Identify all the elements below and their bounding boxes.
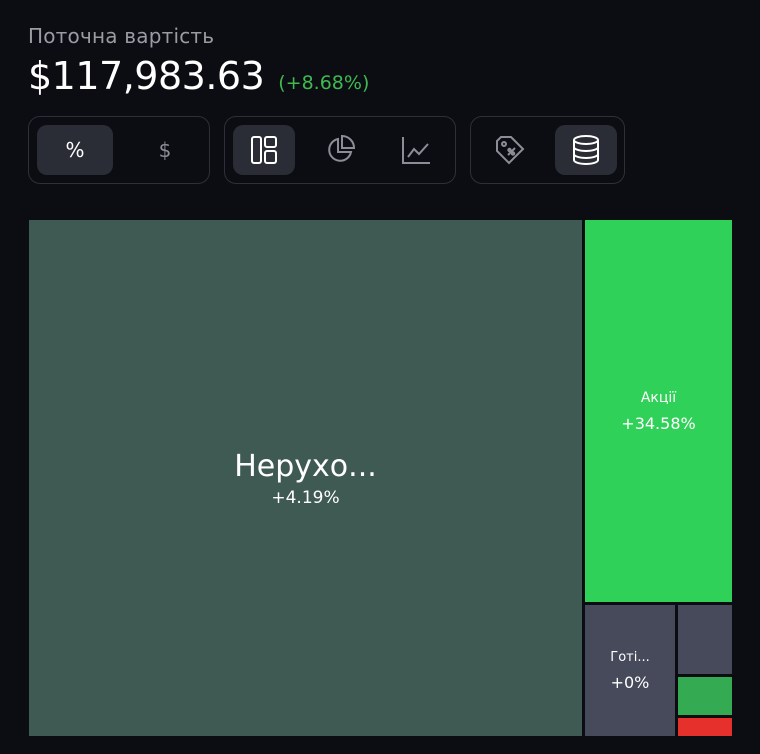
- treemap-view-button[interactable]: [233, 125, 295, 175]
- line-chart-icon: [400, 134, 432, 166]
- tag-icon: [493, 133, 527, 167]
- grouping-toggle-group: [470, 116, 625, 184]
- treemap-tile-small-gray[interactable]: [678, 605, 732, 674]
- treemap-tile-stocks[interactable]: Акції +34.58%: [585, 220, 732, 602]
- tile-change: +34.58%: [621, 413, 696, 433]
- unit-toggle-group: % $: [28, 116, 210, 184]
- treemap-icon: [249, 135, 279, 165]
- treemap-tile-small-green[interactable]: [678, 677, 732, 715]
- treemap-tile-small-red[interactable]: [678, 718, 732, 736]
- tile-change: +0%: [610, 672, 650, 692]
- tile-name: Нерухо...: [234, 448, 377, 484]
- line-view-button[interactable]: [385, 125, 447, 175]
- tile-name: Акції: [640, 389, 677, 406]
- group-by-tag-button[interactable]: [479, 125, 541, 175]
- group-by-asset-class-button[interactable]: [555, 125, 617, 175]
- allocation-treemap: Нерухо... +4.19% Акції +34.58% Готі... +…: [0, 0, 760, 754]
- dollar-toggle-button[interactable]: $: [127, 125, 203, 175]
- percent-toggle-label: %: [65, 138, 85, 162]
- value-change: (+8.68%): [278, 72, 370, 94]
- treemap-tile-real-estate[interactable]: Нерухо... +4.19%: [29, 220, 582, 736]
- value-row: $117,983.63 (+8.68%): [28, 54, 369, 98]
- tile-name: Готі...: [610, 649, 650, 665]
- dollar-toggle-label: $: [158, 138, 172, 162]
- pie-chart-icon: [324, 134, 356, 166]
- tile-change: +4.19%: [271, 487, 340, 508]
- current-value-label: Поточна вартість: [28, 24, 215, 48]
- percent-toggle-button[interactable]: %: [37, 125, 113, 175]
- treemap-tile-cash[interactable]: Готі... +0%: [585, 605, 675, 736]
- database-icon: [571, 134, 601, 166]
- pie-view-button[interactable]: [309, 125, 371, 175]
- view-toggle-group: [224, 116, 456, 184]
- current-value: $117,983.63: [28, 54, 265, 98]
